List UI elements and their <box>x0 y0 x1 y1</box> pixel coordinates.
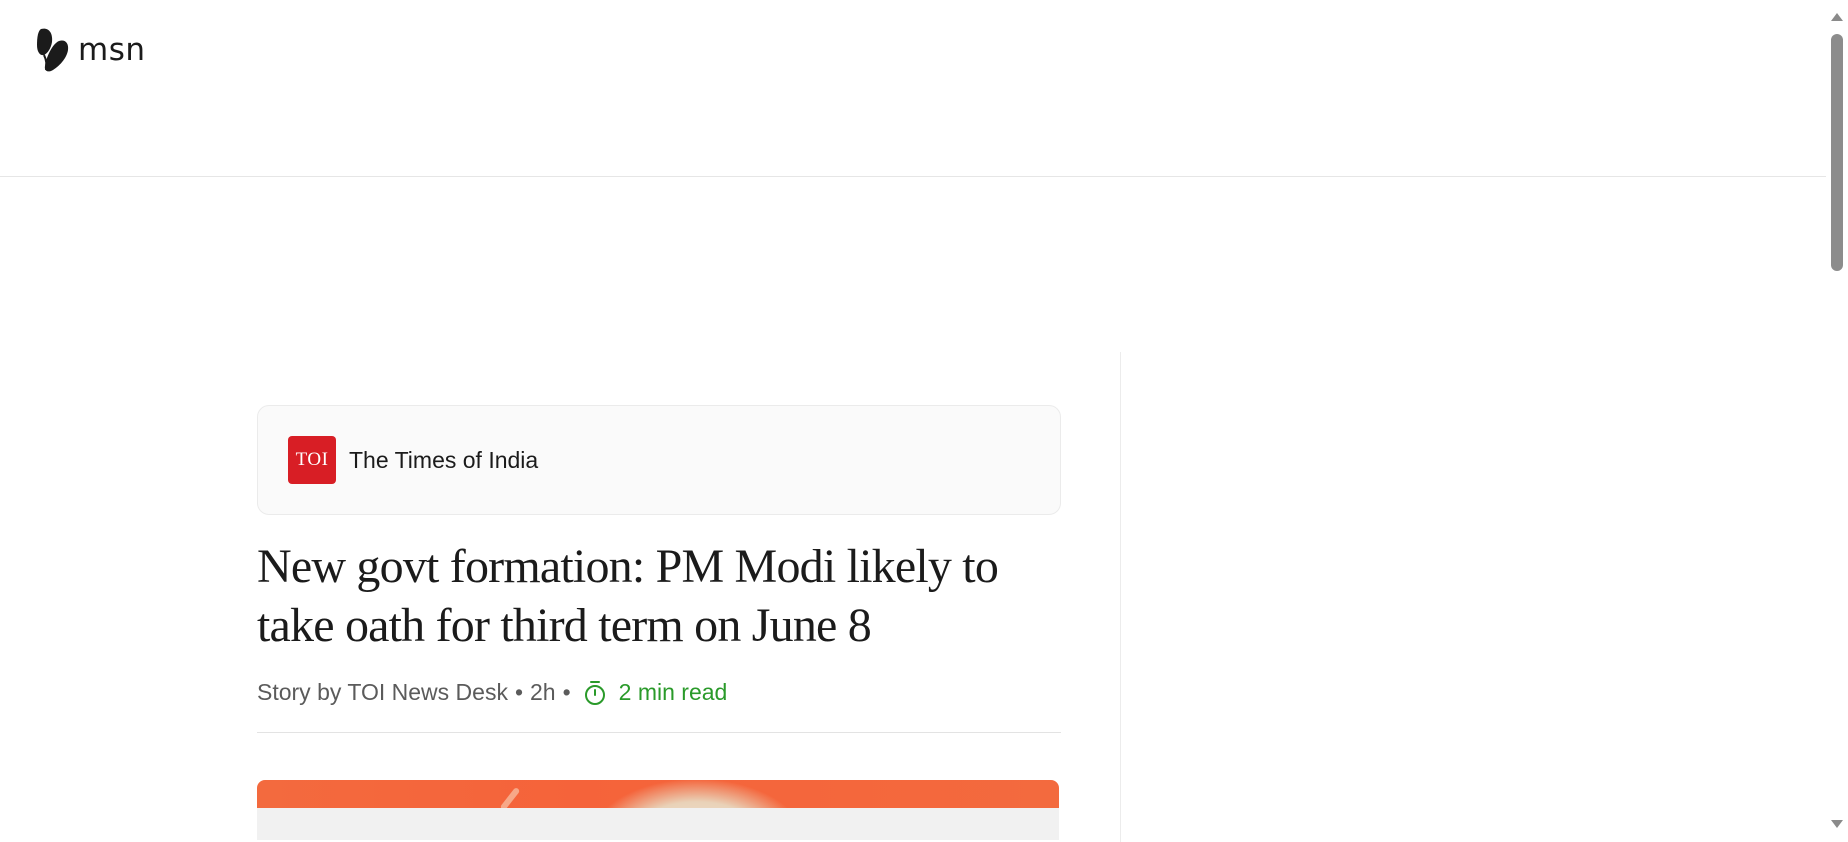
publisher-card[interactable]: TOI The Times of India <box>257 405 1061 515</box>
vertical-scrollbar[interactable] <box>1826 0 1848 842</box>
article-body: TOI The Times of India New govt formatio… <box>257 405 1061 840</box>
msn-home-link[interactable]: msn <box>34 26 146 76</box>
butterfly-icon <box>37 28 69 72</box>
read-time: 2 min read <box>583 679 728 706</box>
hero-image-caption-band <box>257 808 1059 840</box>
scroll-down-arrow-icon[interactable] <box>1831 820 1843 828</box>
article-divider <box>257 732 1061 733</box>
article-headline: New govt formation: PM Modi likely to ta… <box>257 540 999 652</box>
scrollbar-thumb[interactable] <box>1831 34 1843 271</box>
scroll-up-arrow-icon[interactable] <box>1831 13 1843 21</box>
read-time-label: 2 min read <box>618 679 728 705</box>
msn-logo-text: msn <box>78 32 146 68</box>
byline-author: Story by TOI News Desk <box>257 679 508 705</box>
publisher-name: The Times of India <box>349 446 539 473</box>
page: msn TOI The Times of India New govt form… <box>0 0 1848 842</box>
article-hero-image[interactable] <box>257 780 1059 840</box>
right-rail-divider <box>1120 352 1121 842</box>
timer-icon <box>584 680 605 705</box>
publisher-logo: TOI <box>288 436 336 484</box>
byline-separator: • <box>514 679 524 705</box>
byline-separator: • <box>562 679 571 705</box>
article-byline: Story by TOI News Desk • 2h • 2 min read <box>257 679 1061 706</box>
byline-age: 2h <box>530 679 556 705</box>
top-header: msn <box>0 0 1826 177</box>
